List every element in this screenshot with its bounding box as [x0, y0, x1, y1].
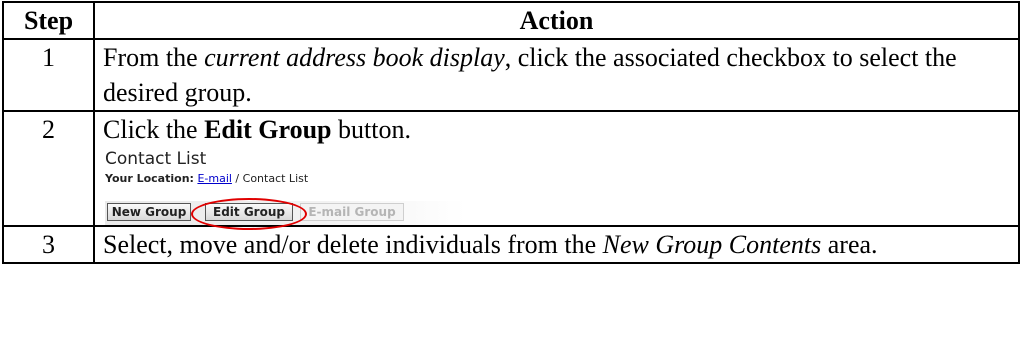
- step-column-header: Step: [2, 1, 95, 40]
- step-text: button.: [331, 115, 411, 144]
- step-emphasis: New Group Contents: [602, 230, 822, 259]
- page-title: Contact List: [105, 149, 207, 169]
- step-row-2: 2 Click the Edit Group button. Contact L…: [2, 110, 1020, 230]
- step-number: 2: [2, 110, 95, 227]
- step-text: area.: [821, 230, 878, 259]
- action-column-header: Action: [93, 1, 1020, 40]
- button-bar: New Group Edit Group E-mail Group: [105, 198, 465, 230]
- step-text: Select, move and/or delete individuals f…: [103, 230, 603, 259]
- step-row-3: 3 Select, move and/or delete individuals…: [2, 225, 1020, 264]
- step-action: Click the Edit Group button. Contact Lis…: [93, 110, 1020, 230]
- step-row-1: 1 From the current address book display,…: [2, 38, 1020, 112]
- breadcrumb-link-email[interactable]: E-mail: [197, 172, 232, 185]
- breadcrumb: Your Location: E-mail / Contact List: [105, 171, 1010, 187]
- step-emphasis: current address book display: [204, 43, 505, 72]
- step-number: 3: [2, 225, 95, 264]
- procedure-table: Step Action 1 From the current address b…: [2, 1, 1020, 264]
- edit-group-button[interactable]: Edit Group: [205, 203, 293, 221]
- breadcrumb-separator: /: [231, 172, 243, 185]
- step-action: From the current address book display, c…: [93, 38, 1020, 112]
- step-bold: Edit Group: [204, 115, 332, 144]
- step-action: Select, move and/or delete individuals f…: [93, 225, 1020, 264]
- header-row: Step Action: [2, 1, 1020, 40]
- step-text: From the: [103, 43, 205, 72]
- email-group-button: E-mail Group: [300, 203, 404, 221]
- new-group-button[interactable]: New Group: [107, 203, 191, 221]
- breadcrumb-current: Contact List: [242, 172, 309, 185]
- step-number: 1: [2, 38, 95, 112]
- step-instruction: Click the Edit Group button.: [103, 112, 1010, 147]
- embedded-screenshot: Contact List Your Location: E-mail / Con…: [103, 147, 1010, 230]
- step-text: Click the: [103, 115, 205, 144]
- location-label: Your Location:: [105, 172, 194, 185]
